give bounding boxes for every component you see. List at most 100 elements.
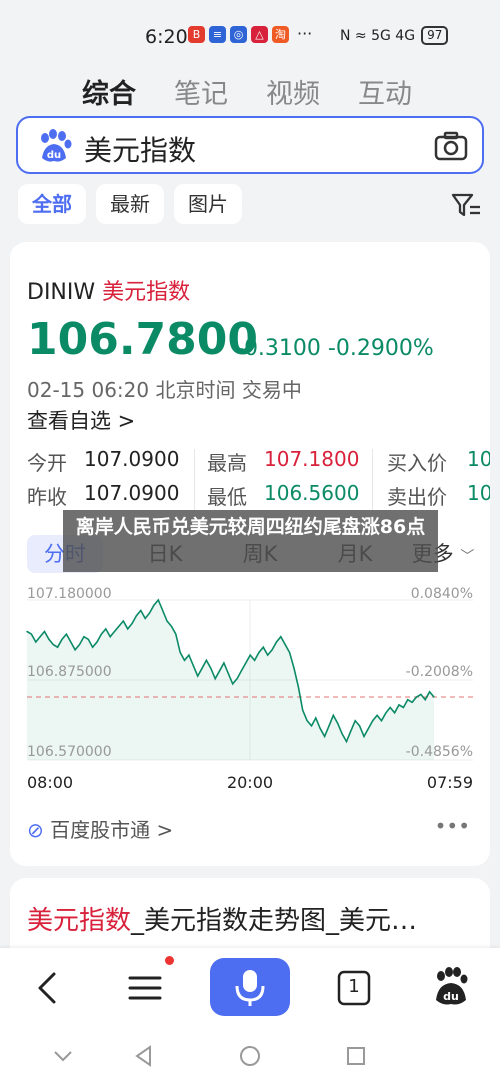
menu-icon[interactable] (118, 960, 174, 1016)
tab-comprehensive[interactable]: 综合 (82, 72, 136, 111)
data-point (223, 662, 225, 664)
tab-interact[interactable]: 互动 (358, 72, 412, 111)
data-point (424, 699, 426, 701)
tabs-button[interactable]: 1 (326, 960, 382, 1016)
status-more-dots: ··· (297, 24, 313, 43)
data-point (205, 659, 207, 661)
view-watchlist-link[interactable]: 查看自选 > (27, 405, 135, 435)
data-point (153, 604, 155, 606)
data-point (411, 701, 413, 703)
data-point (179, 651, 181, 654)
data-point (245, 662, 247, 664)
stats-divider (194, 449, 195, 511)
nav-recents-icon[interactable] (343, 1043, 369, 1069)
nav-home-icon[interactable] (237, 1043, 263, 1069)
intraday-chart[interactable]: 107.180000 106.875000 106.570000 0.0840% -0.… (10, 582, 490, 802)
baidu-paw-icon: du (41, 129, 72, 162)
microphone-icon (235, 970, 265, 1006)
data-point (385, 712, 387, 714)
data-point (429, 691, 431, 693)
nav-down-icon[interactable] (50, 1043, 76, 1069)
data-point (227, 672, 229, 674)
data-point (70, 641, 72, 643)
stats-row: 今开 107.0900 最高 107.1800 买入价 10 (27, 447, 490, 477)
tab-video[interactable]: 视频 (266, 72, 320, 111)
prev-close-value: 107.0900 (84, 481, 180, 505)
data-point (302, 709, 304, 711)
data-point (236, 678, 238, 680)
data-point (324, 735, 326, 737)
data-point (135, 615, 137, 617)
bid-value: 10 (467, 447, 490, 471)
data-point (78, 644, 81, 646)
data-point (157, 599, 159, 601)
filter-latest[interactable]: 最新 (96, 184, 164, 224)
data-point (105, 628, 107, 630)
search-box[interactable]: du 美元指数 (16, 116, 484, 174)
data-point (280, 636, 282, 638)
stats-divider (372, 449, 373, 511)
data-point (219, 670, 221, 672)
nav-back-icon[interactable] (131, 1043, 157, 1069)
data-point (367, 727, 369, 730)
battery-icon: 97 (421, 26, 449, 45)
data-point (61, 638, 63, 640)
x-tick-label: 08:00 (27, 773, 73, 792)
quote-change-percent: -0.2900% (327, 336, 434, 361)
x-tick-label: 20:00 (227, 773, 273, 792)
y-tick-label-right: -0.2008% (406, 664, 473, 680)
data-point (297, 686, 299, 688)
y-tick-label-right: 0.0840% (411, 586, 473, 602)
stats-row: 昨收 107.0900 最低 106.5600 卖出价 10 (27, 481, 490, 511)
data-point (310, 725, 313, 727)
notification-app-icon: ◎ (230, 26, 247, 43)
open-label: 今开 (27, 451, 67, 475)
data-point (337, 722, 339, 724)
ask-value: 10 (467, 481, 490, 505)
result-title-text: _美元指数走势图_美元… (131, 906, 418, 936)
bottom-toolbar: 1 du (0, 948, 500, 1028)
data-point (43, 630, 46, 633)
data-point (354, 720, 356, 722)
data-point (433, 696, 435, 698)
data-point (92, 646, 94, 648)
low-value: 106.5600 (264, 481, 360, 505)
filter-all[interactable]: 全部 (18, 184, 86, 224)
notification-app-icon: △ (251, 26, 268, 43)
data-point (96, 641, 98, 643)
data-point (48, 638, 50, 640)
data-point (144, 617, 146, 619)
low-label: 最低 (207, 485, 247, 509)
baidu-home-icon[interactable]: du (424, 960, 480, 1016)
data-source-label: 百度股市通 > (50, 818, 174, 842)
more-options-icon[interactable]: ••• (435, 814, 470, 838)
data-point (275, 641, 278, 643)
filter-icon[interactable] (450, 191, 482, 219)
filter-images[interactable]: 图片 (174, 184, 242, 224)
data-point (214, 678, 216, 680)
back-icon[interactable] (20, 960, 76, 1016)
camera-icon[interactable] (434, 130, 468, 162)
data-point (232, 683, 234, 685)
svg-text:du: du (443, 990, 459, 1003)
data-point (148, 612, 151, 614)
data-point (87, 638, 89, 640)
data-point (271, 649, 273, 651)
data-point (100, 633, 102, 635)
data-point (363, 735, 365, 737)
data-point (166, 620, 168, 622)
data-point (254, 659, 256, 661)
quote-name: 美元指数 (102, 280, 191, 305)
data-point (398, 704, 400, 706)
data-point (332, 714, 334, 716)
result-title[interactable]: 美元指数_美元指数走势图_美元… (27, 900, 417, 937)
quote-time: 02-15 06:20 北京时间 交易中 (27, 378, 302, 402)
data-point (109, 636, 111, 638)
voice-search-button[interactable] (210, 958, 290, 1016)
stock-source-icon: ⊘ (27, 818, 44, 842)
tab-notes[interactable]: 笔记 (174, 72, 228, 111)
data-point (30, 633, 32, 635)
search-input[interactable]: 美元指数 (84, 129, 196, 169)
y-tick-label-right: -0.4856% (406, 744, 473, 760)
data-source[interactable]: ⊘ 百度股市通 > (27, 814, 173, 843)
